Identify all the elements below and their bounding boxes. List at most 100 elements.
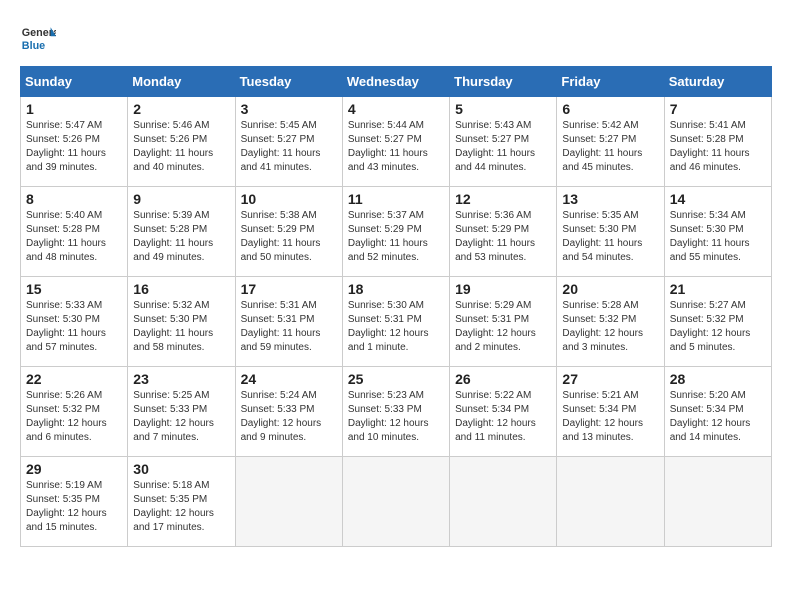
cell-info-line: Sunrise: 5:35 AM	[562, 209, 658, 223]
cell-info-line: Daylight: 11 hours	[241, 327, 337, 341]
calendar-cell: 1Sunrise: 5:47 AMSunset: 5:26 PMDaylight…	[21, 97, 128, 187]
cell-info-line: Sunrise: 5:44 AM	[348, 119, 444, 133]
cell-info-line: Daylight: 11 hours	[133, 147, 229, 161]
day-number: 21	[670, 281, 766, 297]
cell-info-line: and 6 minutes.	[26, 431, 122, 445]
cell-info-line: Daylight: 11 hours	[241, 147, 337, 161]
cell-info-line: Sunrise: 5:33 AM	[26, 299, 122, 313]
cell-info-line: Sunset: 5:26 PM	[133, 133, 229, 147]
cell-info-line: Sunset: 5:33 PM	[348, 403, 444, 417]
cell-info-line: Daylight: 12 hours	[133, 507, 229, 521]
calendar-cell: 29Sunrise: 5:19 AMSunset: 5:35 PMDayligh…	[21, 457, 128, 547]
cell-info-line: Sunset: 5:27 PM	[348, 133, 444, 147]
cell-info-line: Sunset: 5:29 PM	[348, 223, 444, 237]
cell-info-line: Sunrise: 5:30 AM	[348, 299, 444, 313]
calendar-week-5: 29Sunrise: 5:19 AMSunset: 5:35 PMDayligh…	[21, 457, 772, 547]
cell-info-line: and 7 minutes.	[133, 431, 229, 445]
cell-info-line: Daylight: 11 hours	[26, 147, 122, 161]
cell-info-line: Sunset: 5:27 PM	[562, 133, 658, 147]
cell-info-line: and 53 minutes.	[455, 251, 551, 265]
day-number: 9	[133, 191, 229, 207]
calendar-cell	[664, 457, 771, 547]
cell-info-line: Sunset: 5:26 PM	[26, 133, 122, 147]
cell-info-line: Daylight: 12 hours	[670, 417, 766, 431]
day-number: 15	[26, 281, 122, 297]
calendar-cell: 17Sunrise: 5:31 AMSunset: 5:31 PMDayligh…	[235, 277, 342, 367]
cell-info-line: Sunrise: 5:29 AM	[455, 299, 551, 313]
calendar-cell: 24Sunrise: 5:24 AMSunset: 5:33 PMDayligh…	[235, 367, 342, 457]
cell-info-line: Daylight: 11 hours	[241, 237, 337, 251]
cell-info-line: Sunrise: 5:31 AM	[241, 299, 337, 313]
calendar-cell: 15Sunrise: 5:33 AMSunset: 5:30 PMDayligh…	[21, 277, 128, 367]
cell-info-line: Sunrise: 5:27 AM	[670, 299, 766, 313]
cell-info-line: Sunrise: 5:22 AM	[455, 389, 551, 403]
calendar-cell: 20Sunrise: 5:28 AMSunset: 5:32 PMDayligh…	[557, 277, 664, 367]
day-number: 14	[670, 191, 766, 207]
col-header-thursday: Thursday	[450, 67, 557, 97]
cell-info-line: and 52 minutes.	[348, 251, 444, 265]
cell-info-line: Sunset: 5:30 PM	[26, 313, 122, 327]
calendar-cell: 14Sunrise: 5:34 AMSunset: 5:30 PMDayligh…	[664, 187, 771, 277]
calendar-cell	[235, 457, 342, 547]
cell-info-line: Sunset: 5:28 PM	[670, 133, 766, 147]
col-header-friday: Friday	[557, 67, 664, 97]
cell-info-line: Sunset: 5:35 PM	[133, 493, 229, 507]
cell-info-line: and 39 minutes.	[26, 161, 122, 175]
cell-info-line: and 9 minutes.	[241, 431, 337, 445]
cell-info-line: Sunrise: 5:28 AM	[562, 299, 658, 313]
day-number: 4	[348, 101, 444, 117]
cell-info-line: and 55 minutes.	[670, 251, 766, 265]
cell-info-line: Sunrise: 5:37 AM	[348, 209, 444, 223]
cell-info-line: and 54 minutes.	[562, 251, 658, 265]
calendar-week-2: 8Sunrise: 5:40 AMSunset: 5:28 PMDaylight…	[21, 187, 772, 277]
logo-icon: General Blue	[20, 20, 56, 56]
day-number: 8	[26, 191, 122, 207]
calendar-header-row: SundayMondayTuesdayWednesdayThursdayFrid…	[21, 67, 772, 97]
calendar-table: SundayMondayTuesdayWednesdayThursdayFrid…	[20, 66, 772, 547]
cell-info-line: Sunset: 5:27 PM	[241, 133, 337, 147]
calendar-cell	[342, 457, 449, 547]
cell-info-line: Sunrise: 5:39 AM	[133, 209, 229, 223]
cell-info-line: and 43 minutes.	[348, 161, 444, 175]
cell-info-line: Daylight: 12 hours	[455, 327, 551, 341]
calendar-cell	[450, 457, 557, 547]
day-number: 18	[348, 281, 444, 297]
cell-info-line: Sunrise: 5:23 AM	[348, 389, 444, 403]
cell-info-line: Daylight: 11 hours	[670, 237, 766, 251]
cell-info-line: Sunset: 5:35 PM	[26, 493, 122, 507]
calendar-cell: 4 Sunrise: 5:44 AMSunset: 5:27 PMDaylight…	[342, 97, 449, 187]
day-number: 29	[26, 461, 122, 477]
day-number: 7	[670, 101, 766, 117]
cell-info-line: Sunrise: 5:21 AM	[562, 389, 658, 403]
col-header-sunday: Sunday	[21, 67, 128, 97]
cell-info-line: and 41 minutes.	[241, 161, 337, 175]
cell-info-line: Daylight: 11 hours	[348, 147, 444, 161]
calendar-cell: 30Sunrise: 5:18 AMSunset: 5:35 PMDayligh…	[128, 457, 235, 547]
day-number: 16	[133, 281, 229, 297]
cell-info-line: Daylight: 11 hours	[670, 147, 766, 161]
day-number: 13	[562, 191, 658, 207]
col-header-wednesday: Wednesday	[342, 67, 449, 97]
cell-info-line: Sunrise: 5:47 AM	[26, 119, 122, 133]
cell-info-line: Sunset: 5:28 PM	[133, 223, 229, 237]
cell-info-line: Sunrise: 5:19 AM	[26, 479, 122, 493]
col-header-monday: Monday	[128, 67, 235, 97]
cell-info-line: Sunset: 5:29 PM	[455, 223, 551, 237]
cell-info-line: and 3 minutes.	[562, 341, 658, 355]
calendar-cell: 16Sunrise: 5:32 AMSunset: 5:30 PMDayligh…	[128, 277, 235, 367]
cell-info-line: and 10 minutes.	[348, 431, 444, 445]
cell-info-line: and 49 minutes.	[133, 251, 229, 265]
calendar-cell: 2Sunrise: 5:46 AMSunset: 5:26 PMDaylight…	[128, 97, 235, 187]
calendar-cell: 26Sunrise: 5:22 AMSunset: 5:34 PMDayligh…	[450, 367, 557, 457]
cell-info-line: Sunrise: 5:41 AM	[670, 119, 766, 133]
day-number: 12	[455, 191, 551, 207]
cell-info-line: Sunset: 5:32 PM	[670, 313, 766, 327]
cell-info-line: Daylight: 11 hours	[26, 237, 122, 251]
day-number: 26	[455, 371, 551, 387]
day-number: 30	[133, 461, 229, 477]
cell-info-line: and 45 minutes.	[562, 161, 658, 175]
calendar-cell: 23Sunrise: 5:25 AMSunset: 5:33 PMDayligh…	[128, 367, 235, 457]
cell-info-line: Sunset: 5:32 PM	[562, 313, 658, 327]
cell-info-line: and 57 minutes.	[26, 341, 122, 355]
cell-info-line: and 44 minutes.	[455, 161, 551, 175]
